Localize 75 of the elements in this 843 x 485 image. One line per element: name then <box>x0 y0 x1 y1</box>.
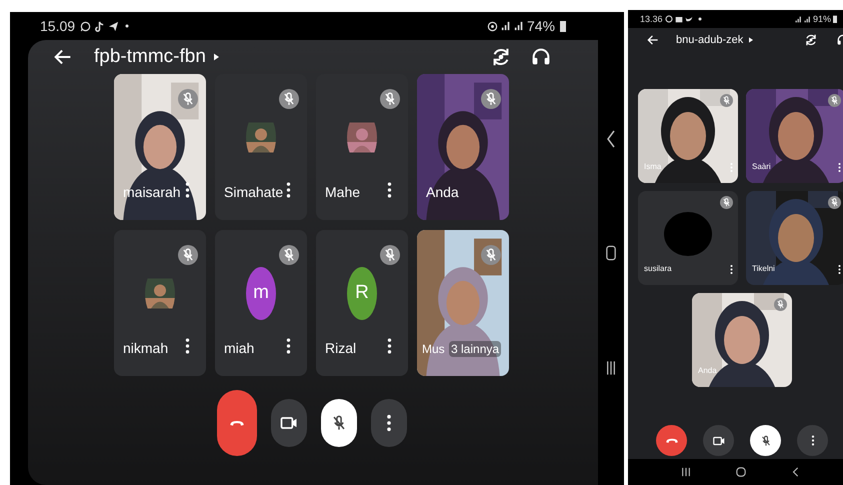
battery-percent: 74% <box>526 18 555 34</box>
meeting-code[interactable]: bnu-adub-zek <box>676 34 744 46</box>
signal-icon <box>794 16 802 22</box>
more-icon[interactable] <box>387 180 392 200</box>
signal-icon <box>514 21 524 31</box>
participant-name: miah <box>224 340 254 356</box>
participant-tile[interactable]: Saàri <box>746 89 843 183</box>
participant-tile[interactable]: Mahe <box>316 74 408 220</box>
participant-name: Mahe <box>325 184 360 200</box>
participant-tile[interactable]: Anda <box>417 74 509 220</box>
avatar: R <box>347 266 377 320</box>
camera-button[interactable] <box>703 425 734 456</box>
hang-up-button[interactable] <box>656 425 687 456</box>
participant-name: Tikelni <box>752 264 775 273</box>
more-icon[interactable] <box>838 162 841 173</box>
mic-off-icon <box>720 94 733 107</box>
signal-icon <box>500 21 511 31</box>
participant-name: Anda <box>698 366 717 375</box>
hotspot-icon <box>486 20 498 32</box>
battery-icon <box>560 20 566 32</box>
more-options-button[interactable] <box>370 399 406 447</box>
more-icon[interactable] <box>185 180 190 200</box>
camera-button[interactable] <box>270 399 306 447</box>
more-icon[interactable] <box>286 336 291 356</box>
signal-icon <box>804 16 811 22</box>
participant-name: nikmah <box>123 340 168 356</box>
home-nav-icon[interactable] <box>736 467 746 477</box>
mic-off-icon <box>720 196 733 209</box>
caret-icon <box>214 53 219 61</box>
participant-tile[interactable]: Simahate <box>215 74 307 220</box>
more-icon[interactable] <box>730 264 733 275</box>
phone-icon <box>664 437 678 444</box>
dot-icon <box>698 17 702 21</box>
participant-name: Anda <box>426 184 459 200</box>
phone-icon <box>228 418 244 428</box>
more-icon[interactable] <box>286 180 291 200</box>
mic-off-icon <box>774 298 787 311</box>
participant-name: susilara <box>644 264 672 273</box>
participant-name: Rizal <box>325 340 356 356</box>
participant-tile[interactable]: m miah <box>215 230 307 376</box>
caret-icon <box>749 37 754 43</box>
more-participants-label[interactable]: 3 lainnya <box>449 341 502 357</box>
back-nav-icon[interactable] <box>790 467 800 477</box>
more-icon <box>386 414 392 432</box>
switch-camera-icon[interactable] <box>804 33 818 47</box>
status-time: 15.09 <box>40 18 76 34</box>
participant-tile[interactable]: nikmah <box>114 230 206 376</box>
back-nav-icon[interactable] <box>606 129 616 150</box>
recent-apps-icon[interactable] <box>680 467 690 477</box>
status-time: 13.36 <box>640 14 663 24</box>
music-note-icon <box>94 20 106 32</box>
more-icon <box>810 435 814 446</box>
chat-bubble-icon <box>80 20 92 32</box>
more-icon[interactable] <box>838 264 841 275</box>
battery-percent: 91% <box>812 14 831 24</box>
more-icon[interactable] <box>387 336 392 356</box>
more-icon[interactable] <box>185 336 190 356</box>
participant-name: Saàri <box>752 162 771 171</box>
paper-plane-icon <box>108 20 120 32</box>
microphone-button[interactable] <box>320 399 356 447</box>
meeting-code[interactable]: fpb-tmmc-fbn <box>94 46 206 68</box>
participant-tile[interactable]: susilara <box>638 191 738 285</box>
avatar <box>664 212 712 256</box>
participant-tile[interactable]: Tikelni <box>746 191 843 285</box>
mic-off-icon <box>828 196 841 209</box>
home-nav-icon[interactable] <box>606 243 616 264</box>
avatar: m <box>246 266 276 320</box>
microphone-button[interactable] <box>750 425 781 456</box>
participant-tile[interactable]: R Rizal <box>316 230 408 376</box>
chat-bubble-icon <box>664 15 673 23</box>
back-arrow-icon[interactable] <box>646 33 660 47</box>
mic-off-icon <box>828 94 841 107</box>
participant-name: Simahate <box>224 184 284 200</box>
dot-icon <box>125 24 130 28</box>
battery-icon <box>833 15 837 23</box>
